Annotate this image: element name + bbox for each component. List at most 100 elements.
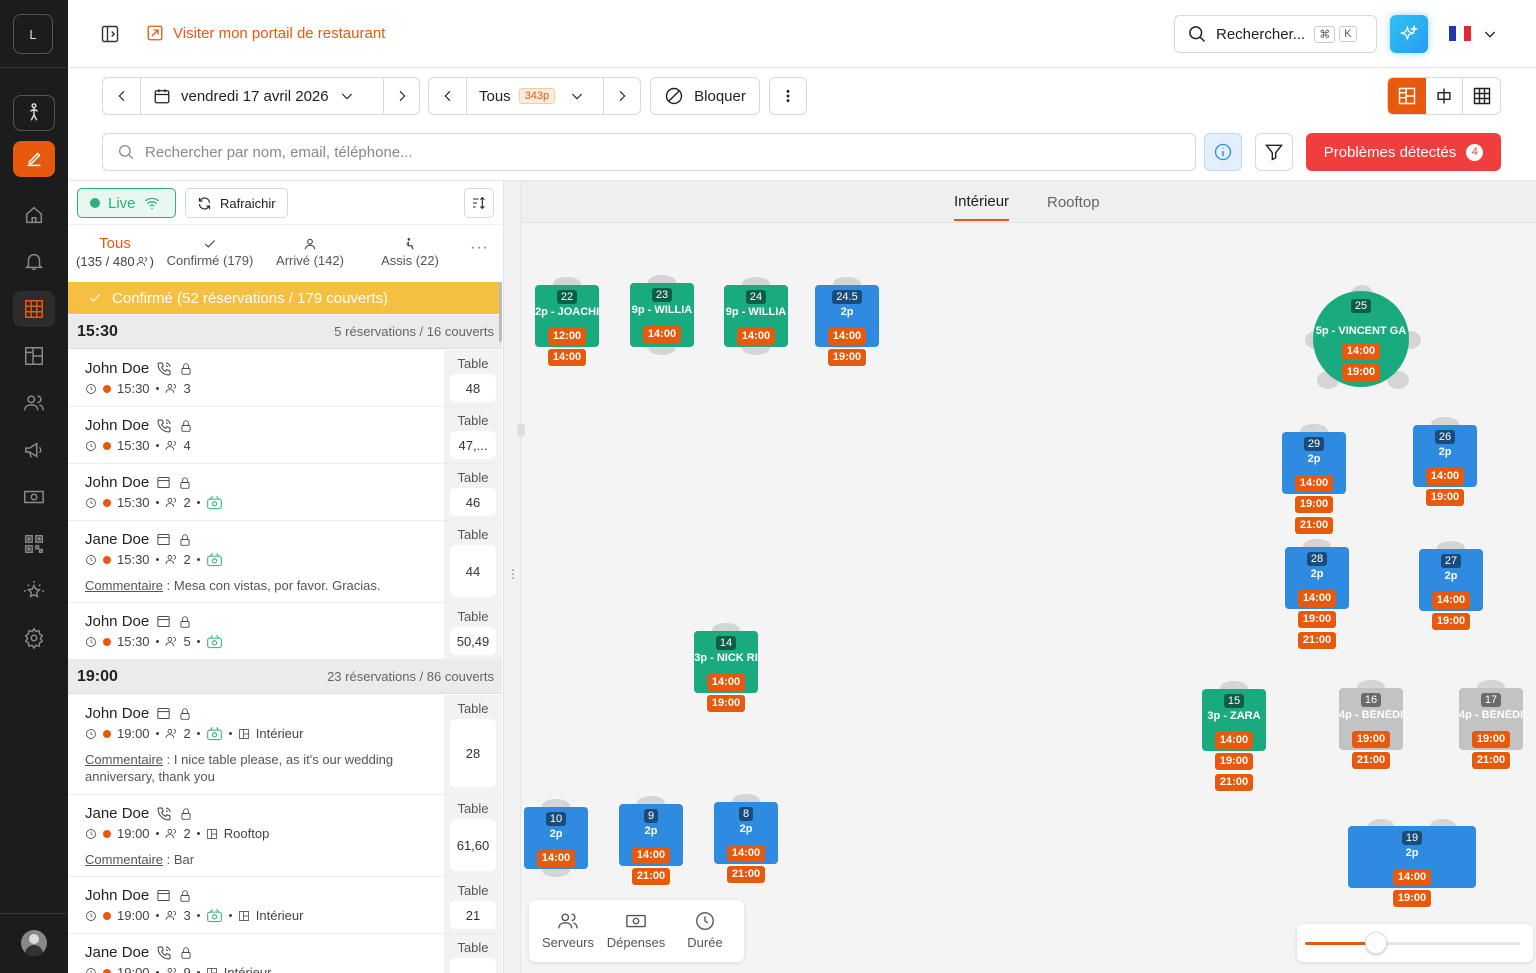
table-time-chip[interactable]: 14:00	[1342, 343, 1380, 360]
nav-notifications[interactable]	[13, 243, 55, 279]
table-time-chip[interactable]: 21:00	[1472, 752, 1510, 769]
date-selector[interactable]: vendredi 17 avril 2026	[141, 78, 383, 114]
table-number[interactable]	[450, 958, 496, 973]
table-time-chip[interactable]: 19:00	[1298, 611, 1336, 628]
table-time-chip[interactable]: 19:00	[1393, 890, 1431, 907]
table-time-chip[interactable]: 14:00	[537, 850, 575, 867]
table-number[interactable]: 61,60	[450, 819, 496, 871]
reservation-row[interactable]: Jane Doe 15:30 2 Commentaire : Mesa con …	[68, 521, 502, 603]
toggle-sidebar-button[interactable]	[100, 24, 120, 44]
global-search-button[interactable]: Rechercher... ⌘ K	[1174, 15, 1377, 53]
collapse-handle[interactable]	[517, 423, 525, 437]
table-time-chip[interactable]: 14:00	[548, 349, 586, 366]
prev-service-button[interactable]	[429, 78, 467, 114]
table-time-chip[interactable]: 19:00	[1432, 613, 1470, 630]
reservation-search-input[interactable]: Rechercher par nom, email, téléphone...	[102, 133, 1196, 171]
nav-floor-plan[interactable]	[13, 338, 55, 374]
nav-reviews[interactable]	[13, 573, 55, 609]
service-selector[interactable]: Tous 343p	[467, 78, 603, 114]
table-number[interactable]: 44	[450, 545, 496, 597]
table-time-chip[interactable]: 14:00	[1426, 468, 1464, 485]
view-grid-button[interactable]	[1463, 78, 1500, 114]
table-time-chip[interactable]: 19:00	[1472, 731, 1510, 748]
table-time-chip[interactable]: 19:00	[1426, 489, 1464, 506]
walk-in-button[interactable]	[13, 95, 55, 131]
refresh-button[interactable]: Rafraichir	[185, 188, 288, 218]
table-time-chip[interactable]: 14:00	[1215, 732, 1253, 749]
area-tab-interieur[interactable]: Intérieur	[954, 193, 1010, 221]
nav-qr-code[interactable]	[13, 526, 55, 562]
table-time-chip[interactable]: 14:00	[1432, 592, 1470, 609]
nav-customers[interactable]	[13, 385, 55, 421]
tool-expenses[interactable]: Dépenses	[603, 910, 669, 950]
tab-more-icon[interactable]: ···	[470, 239, 489, 257]
sort-button[interactable]	[464, 188, 494, 218]
live-toggle[interactable]: Live	[77, 188, 176, 218]
next-service-button[interactable]	[603, 78, 640, 114]
portal-link[interactable]: Visiter mon portail de restaurant	[146, 24, 385, 42]
panel-scrollbar[interactable]	[499, 282, 502, 342]
nav-settings[interactable]	[13, 620, 55, 656]
nav-home[interactable]	[13, 197, 55, 233]
table-time-chip[interactable]: 21:00	[632, 868, 670, 885]
reservation-row[interactable]: John Doe 15:30 2 Table 46	[68, 464, 502, 521]
nav-marketing[interactable]	[13, 432, 55, 468]
table-time-chip[interactable]: 14:00	[1298, 590, 1336, 607]
tab-confirmed[interactable]: Confirmé (179)	[164, 237, 256, 268]
table-time-chip[interactable]: 19:00	[1295, 496, 1333, 513]
table-time-chip[interactable]: 14:00	[737, 328, 775, 345]
table-number[interactable]: 21	[450, 901, 496, 929]
table-time-chip[interactable]: 19:00	[1215, 753, 1253, 770]
block-button[interactable]: Bloquer	[650, 77, 760, 115]
table-number[interactable]: 48	[450, 374, 496, 402]
table-time-chip[interactable]: 19:00	[828, 349, 866, 366]
table-time-chip[interactable]: 19:00	[1352, 731, 1390, 748]
zoom-thumb[interactable]	[1364, 932, 1387, 954]
table-time-chip[interactable]: 14:00	[828, 328, 866, 345]
table-number[interactable]: 28	[450, 719, 496, 787]
next-date-button[interactable]	[383, 78, 419, 114]
table-time-chip[interactable]: 21:00	[727, 866, 765, 883]
table-number[interactable]: 46	[450, 488, 496, 516]
table-time-chip[interactable]: 14:00	[1393, 869, 1431, 886]
reservation-row[interactable]: John Doe 15:30 3 Table 48	[68, 350, 502, 407]
reservation-row[interactable]: John Doe 19:00 3 Intérieur Table 21	[68, 877, 502, 934]
reservation-row[interactable]: John Doe 15:30 4 Table 47,...	[68, 407, 502, 464]
table-time-chip[interactable]: 19:00	[1342, 364, 1380, 381]
new-reservation-button[interactable]	[13, 141, 55, 177]
table-time-chip[interactable]: 14:00	[1295, 475, 1333, 492]
ai-assistant-button[interactable]	[1390, 15, 1428, 53]
table-time-chip[interactable]: 19:00	[707, 695, 745, 712]
table-time-chip[interactable]: 21:00	[1215, 774, 1253, 791]
tool-duration[interactable]: Durée	[675, 910, 735, 950]
user-avatar[interactable]	[21, 930, 47, 956]
more-options-button[interactable]	[769, 77, 807, 115]
nav-payments[interactable]	[13, 479, 55, 515]
nav-reservations-grid[interactable]	[13, 291, 55, 327]
language-flag-fr[interactable]	[1449, 26, 1471, 41]
table-time-chip[interactable]: 21:00	[1298, 632, 1336, 649]
tool-servers[interactable]: Serveurs	[537, 910, 599, 950]
table-time-chip[interactable]: 21:00	[1295, 517, 1333, 534]
prev-date-button[interactable]	[103, 78, 141, 114]
reservation-row[interactable]: John Doe 15:30 5 Table 50,49	[68, 603, 502, 660]
info-button[interactable]	[1204, 133, 1242, 171]
table-time-chip[interactable]: 12:00	[548, 328, 586, 345]
tab-seated[interactable]: Assis (22)	[368, 237, 452, 268]
tab-all[interactable]: Tous (135 / 480 )	[70, 235, 160, 269]
problems-detected-button[interactable]: Problèmes détectés 4	[1306, 133, 1501, 171]
confirmed-banner[interactable]: Confirmé (52 réservations / 179 couverts…	[68, 282, 502, 314]
table-time-chip[interactable]: 14:00	[643, 326, 681, 343]
area-tab-rooftop[interactable]: Rooftop	[1047, 194, 1100, 211]
language-dropdown[interactable]	[1482, 26, 1498, 42]
table-time-chip[interactable]: 14:00	[632, 847, 670, 864]
view-split-button[interactable]	[1388, 78, 1426, 114]
table-time-chip[interactable]: 14:00	[727, 845, 765, 862]
restaurant-logo[interactable]: L	[13, 14, 53, 54]
table-time-chip[interactable]: 21:00	[1352, 752, 1390, 769]
reservation-row[interactable]: Jane Doe 19:00 2 Rooftop Commentaire : B…	[68, 795, 502, 877]
reservation-row[interactable]: Jane Doe 19:00 9 Intérieur Table	[68, 934, 502, 973]
resize-handle[interactable]: ⋮⋮	[507, 567, 530, 581]
filter-button[interactable]	[1255, 133, 1293, 171]
table-time-chip[interactable]: 14:00	[707, 674, 745, 691]
